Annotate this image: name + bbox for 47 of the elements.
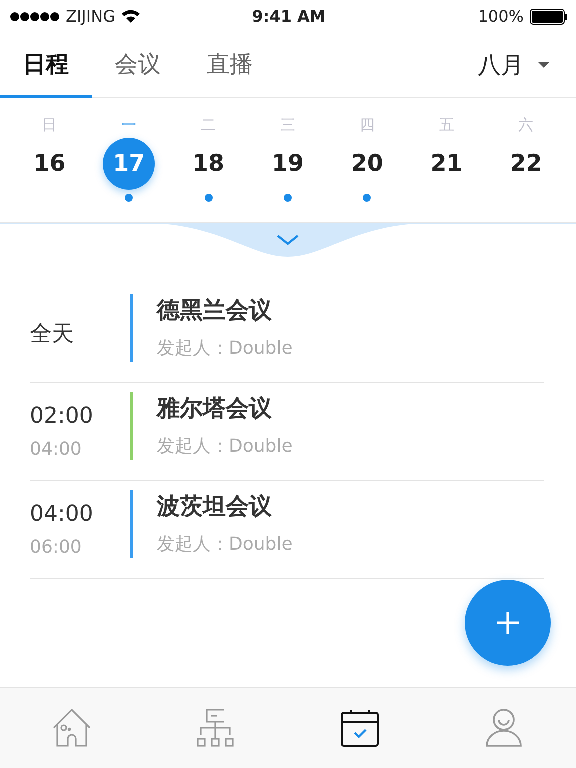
event-title[interactable]: 波茨坦会议 [157, 491, 293, 522]
clock-time: 9:41 AM [252, 7, 326, 26]
event-organizer: 发起人：Double [157, 533, 293, 556]
event-organizer: 发起人：Double [157, 337, 293, 360]
event-title[interactable]: 雅尔塔会议 [157, 393, 293, 424]
battery-icon [530, 8, 568, 24]
event-title[interactable]: 德黑兰会议 [157, 295, 293, 326]
carrier-name: ZIJING [66, 7, 116, 26]
event-start-time: 全天 [30, 320, 75, 348]
add-button[interactable] [465, 580, 551, 666]
tab[interactable]: 直播 [184, 33, 276, 98]
person-icon[interactable] [485, 709, 523, 747]
event-end-time: 04:00 [30, 438, 83, 460]
month-dropdown[interactable]: 八月 [478, 33, 550, 97]
event-dot [204, 194, 213, 202]
weekday-label: 一 [122, 116, 137, 136]
event-start-time: 04:00 [30, 502, 94, 526]
date-button[interactable]: 22 [500, 138, 552, 190]
event-start-time: 02:00 [30, 404, 94, 428]
date-button[interactable]: 17 [103, 138, 156, 190]
date-button[interactable]: 20 [341, 138, 394, 190]
wifi-icon [121, 9, 142, 24]
date-button[interactable]: 19 [262, 138, 314, 190]
weekday-label: 五 [439, 116, 454, 136]
event-dot [125, 194, 134, 202]
event-organizer: 发起人：Double [157, 435, 293, 458]
battery-percent: 100% [478, 7, 524, 26]
calendar-check-icon[interactable] [341, 709, 379, 747]
tab[interactable]: 会议 [92, 33, 184, 98]
weekday-label: 二 [201, 116, 216, 136]
date-button[interactable]: 21 [420, 138, 473, 190]
chevron-down-icon [277, 235, 299, 246]
event-dot [363, 194, 372, 202]
tab[interactable]: 日程 [0, 33, 92, 98]
weekday-label: 六 [518, 116, 534, 136]
home-icon[interactable] [53, 709, 91, 747]
event-end-time: 06:00 [30, 536, 83, 558]
event-dot [284, 194, 292, 202]
caret-icon [538, 62, 550, 68]
weekday-label: 日 [42, 116, 58, 136]
org-chart-icon[interactable] [197, 709, 235, 747]
date-button[interactable]: 16 [24, 138, 76, 190]
weekday-label: 四 [360, 116, 375, 136]
signal-icon [10, 12, 60, 22]
weekday-label: 三 [280, 116, 296, 136]
date-button[interactable]: 18 [182, 138, 235, 190]
plus-icon [497, 612, 519, 634]
